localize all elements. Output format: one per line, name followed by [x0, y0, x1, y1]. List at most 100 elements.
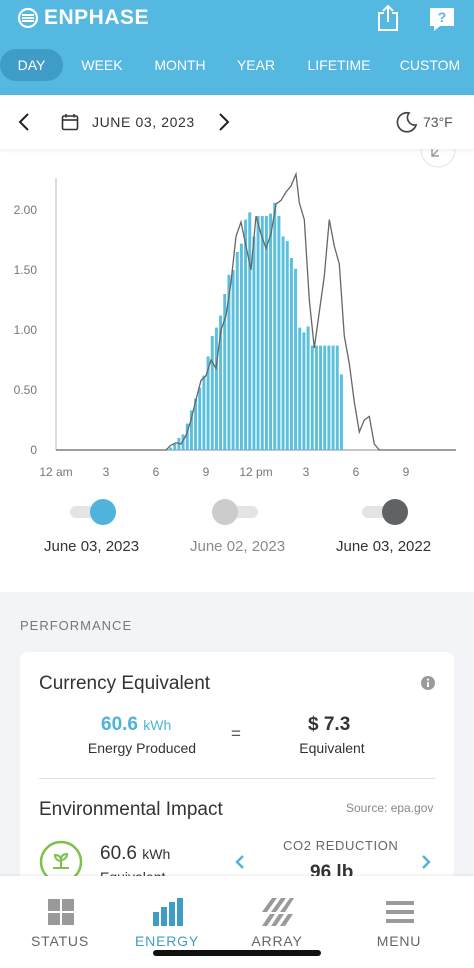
calendar-icon[interactable] [61, 113, 79, 131]
nav-label: MENU [376, 933, 422, 949]
temperature: 73°F [423, 114, 453, 130]
enphase-logo-icon [17, 7, 39, 29]
date-bar: JUNE 03, 2023 73°F [0, 95, 474, 149]
array-panels-icon [262, 898, 294, 926]
production-bar [281, 236, 285, 450]
money-label: Equivalent [299, 740, 365, 756]
energy-chart: 0 0.50 1.00 1.50 2.00 12 am 3 6 9 12 pm 3 6 9 [14, 171, 456, 479]
y-tick-label: 1.00 [14, 323, 38, 337]
production-bar [239, 243, 243, 450]
production-bar [306, 326, 310, 450]
x-axis-ticks: 12 am 3 6 9 12 pm 3 6 9 [39, 465, 409, 479]
performance-section: PERFORMANCE Currency Equivalent 60.6 kWh… [0, 592, 474, 892]
next-day-chevron-icon[interactable] [214, 111, 234, 133]
production-bar [289, 258, 293, 450]
status-grid-icon [48, 899, 74, 925]
tab-week[interactable]: WEEK [76, 49, 128, 81]
equals-sign: = [231, 724, 241, 743]
environment-title: Environmental Impact [39, 799, 223, 820]
x-tick-label: 3 [303, 465, 310, 479]
production-bar [198, 387, 202, 450]
menu-icon [386, 901, 414, 923]
app-header: ENPHASE ? DAY WEEK MONTH YEAR LIFETIME C… [0, 0, 474, 95]
energy-produced-label: Energy Produced [87, 740, 197, 756]
production-bar [319, 345, 323, 450]
nav-status[interactable]: STATUS [1, 876, 119, 956]
x-tick-label: 9 [203, 465, 210, 479]
environment-value: 60.6 kWh [100, 843, 171, 864]
y-tick-label: 2.00 [14, 203, 38, 217]
production-bar [210, 336, 214, 450]
tab-custom[interactable]: CUSTOM [398, 49, 462, 81]
x-tick-label: 12 pm [239, 465, 272, 479]
production-bar [323, 345, 327, 450]
production-bar [256, 216, 260, 450]
selected-date[interactable]: JUNE 03, 2023 [92, 114, 195, 130]
production-bar [298, 327, 302, 450]
legend-label: June 03, 2022 [336, 538, 432, 555]
nav-label: ENERGY [135, 933, 199, 949]
x-tick-label: 6 [353, 465, 360, 479]
brand-name: ENPHASE [44, 6, 150, 29]
production-bar [310, 345, 314, 450]
performance-card: Currency Equivalent 60.6 kWh Energy Prod… [20, 652, 454, 892]
legend-toggle-june-02-2023[interactable] [212, 499, 258, 525]
nav-menu[interactable]: MENU [340, 876, 458, 956]
tab-year[interactable]: YEAR [232, 49, 280, 81]
production-bar [214, 327, 218, 450]
production-bar [314, 345, 318, 450]
production-bar [273, 202, 277, 450]
energy-produced-value: 60.6 kWh [101, 714, 172, 735]
nav-label: STATUS [31, 933, 89, 949]
money-value: $ 7.3 [308, 714, 351, 735]
production-bar [264, 216, 268, 450]
production-bar [335, 345, 339, 450]
legend-label: June 03, 2023 [44, 538, 140, 555]
production-bar [244, 219, 248, 450]
legend-toggle-june-03-2023[interactable] [70, 499, 116, 525]
production-bar [260, 216, 264, 450]
comparison-line [56, 171, 456, 451]
section-title: PERFORMANCE [20, 618, 133, 633]
y-tick-label: 0 [30, 443, 37, 457]
nav-array[interactable]: ARRAY [218, 876, 336, 956]
tab-day[interactable]: DAY [0, 49, 63, 81]
production-bar [173, 444, 177, 450]
previous-day-chevron-icon[interactable] [14, 111, 34, 133]
info-icon[interactable] [420, 675, 436, 691]
production-bar [327, 345, 331, 450]
tab-month[interactable]: MONTH [150, 49, 210, 81]
period-tabs: DAY WEEK MONTH YEAR LIFETIME CUSTOM [0, 49, 474, 81]
tab-lifetime[interactable]: LIFETIME [306, 49, 372, 81]
environment-previous-arrow-icon[interactable] [233, 853, 247, 871]
production-bar [231, 270, 235, 450]
legend-toggle-june-03-2022[interactable] [362, 499, 408, 525]
help-glyph: ? [438, 9, 447, 25]
production-bar [339, 374, 343, 450]
help-icon[interactable]: ? [428, 6, 456, 32]
y-tick-label: 1.50 [14, 263, 38, 277]
environment-next-arrow-icon[interactable] [419, 853, 433, 871]
nav-energy[interactable]: ENERGY [108, 876, 226, 956]
production-bar [248, 212, 252, 450]
enphase-logo: ENPHASE [17, 6, 149, 30]
production-bar [302, 332, 306, 450]
production-bar [169, 447, 173, 450]
production-bar [235, 252, 239, 450]
production-bar [285, 241, 289, 450]
production-bar [331, 345, 335, 450]
currency-title: Currency Equivalent [39, 673, 211, 694]
home-indicator [153, 950, 321, 956]
nav-label: ARRAY [251, 933, 303, 949]
production-bar [277, 216, 281, 450]
x-tick-label: 3 [103, 465, 110, 479]
legend-label: June 02, 2023 [190, 538, 286, 555]
y-axis-ticks: 0 0.50 1.00 1.50 2.00 [14, 203, 38, 457]
x-tick-label: 9 [403, 465, 410, 479]
y-tick-label: 0.50 [14, 383, 38, 397]
production-bar [294, 268, 298, 450]
production-bar [269, 213, 273, 450]
source-label: Source: epa.gov [346, 801, 434, 815]
x-tick-label: 6 [153, 465, 160, 479]
share-icon[interactable] [375, 4, 401, 32]
